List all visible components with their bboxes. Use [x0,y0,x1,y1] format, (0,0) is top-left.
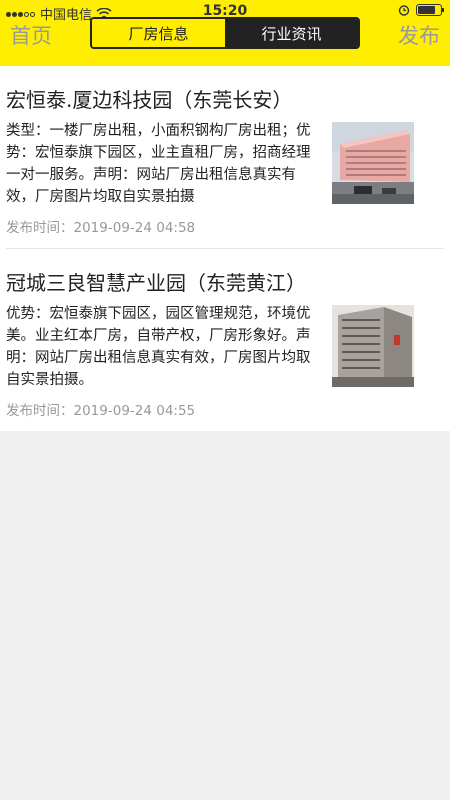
listing-row: 类型：一楼厂房出租，小面积钢构厂房出租；优势：宏恒泰旗下园区，业主直租厂房，招商… [6,120,444,208]
listing-title: 宏恒泰.厦边科技园（东莞长安） [6,88,293,112]
listing-description: 优势：宏恒泰旗下园区，园区管理规范，环境优美。业主红本厂房，自带产权，厂房形象好… [6,306,311,388]
listing-thumbnail [332,305,414,387]
list-item[interactable]: 宏恒泰.厦边科技园（东莞长安） 类型：一楼厂房出租，小面积钢构厂房出租；优势：宏… [0,66,450,248]
list-item[interactable]: 冠城三良智慧产业园（东莞黄江） 优势：宏恒泰旗下园区，园区管理规范，环境优美。业… [0,249,450,431]
tab-factory-info[interactable]: 厂房信息 [92,19,225,47]
listing-list: 宏恒泰.厦边科技园（东莞长安） 类型：一楼厂房出租，小面积钢构厂房出租；优势：宏… [0,66,450,431]
alarm-icon [398,5,410,16]
listing-title: 冠城三良智慧产业园（东莞黄江） [6,271,306,295]
listing-description: 类型：一楼厂房出租，小面积钢构厂房出租；优势：宏恒泰旗下园区，业主直租厂房，招商… [6,123,311,205]
listing-row: 优势：宏恒泰旗下园区，园区管理规范，环境优美。业主红本厂房，自带产权，厂房形象好… [6,303,444,391]
listing-time: 发布时间：2019-09-24 04:55 [6,403,196,419]
publish-button[interactable]: 发布 [398,20,440,50]
segmented-tabs: 厂房信息 行业资讯 [90,17,360,49]
status-right [398,4,444,16]
battery-icon [416,4,444,16]
listing-time: 发布时间：2019-09-24 04:58 [6,220,196,236]
home-button[interactable]: 首页 [10,20,52,50]
listing-thumbnail [332,122,414,204]
top-bar: 中国电信 15:20 首页 厂房信息 行业资讯 发布 [0,0,450,66]
tab-industry-news[interactable]: 行业资讯 [225,19,358,47]
